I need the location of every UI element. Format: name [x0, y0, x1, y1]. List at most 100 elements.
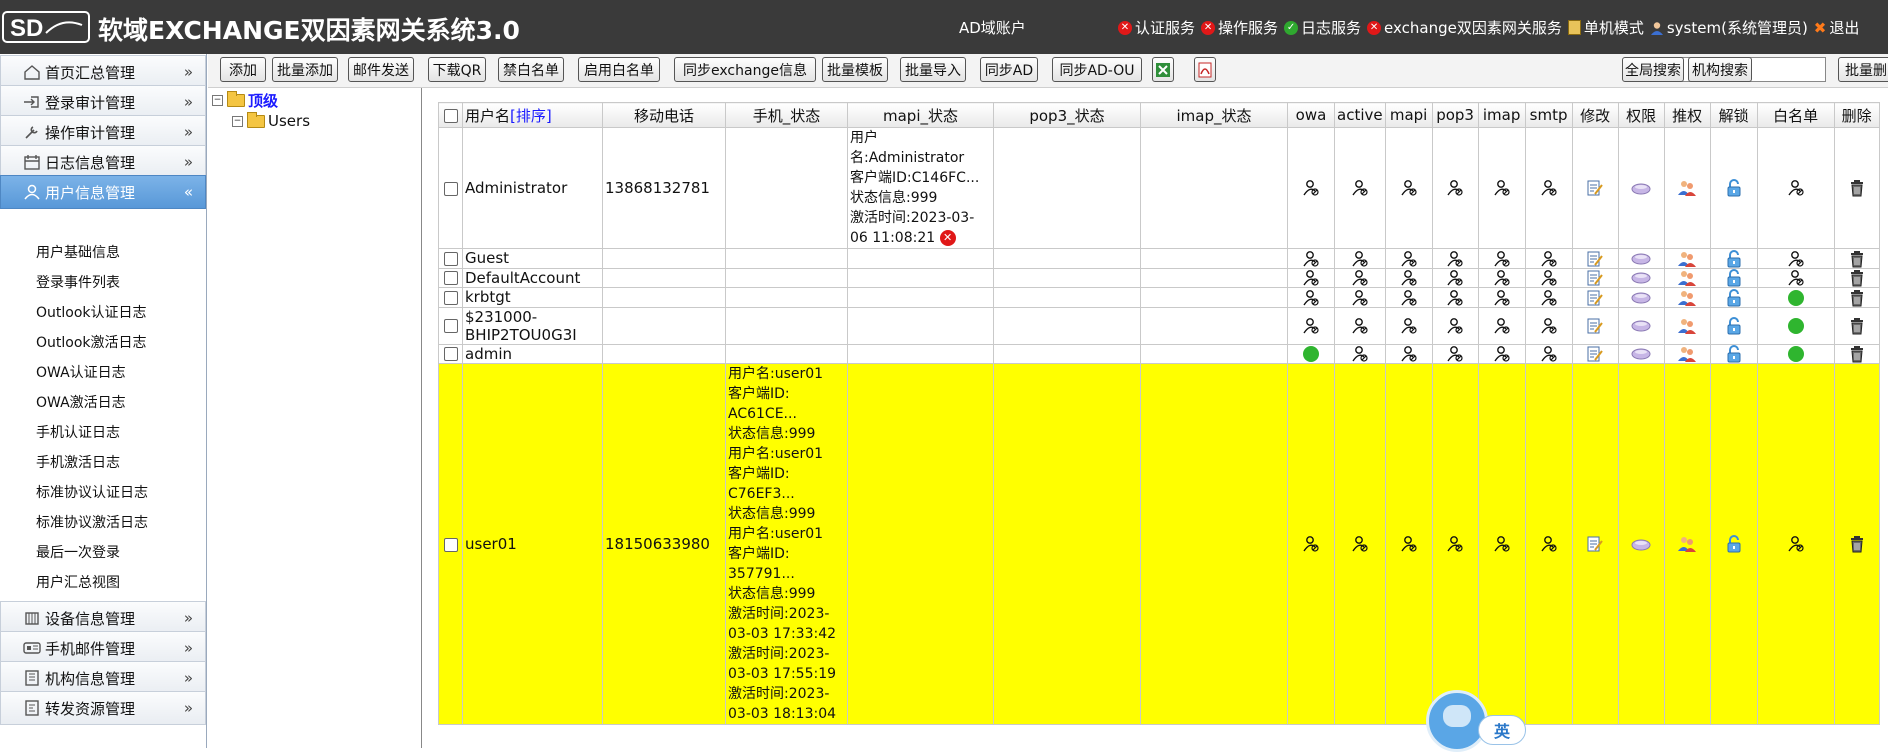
unlock-icon[interactable] [1725, 179, 1743, 197]
mapi-cell[interactable] [1384, 306, 1433, 345]
submenu-outlook-activation-log[interactable]: Outlook激活日志 [36, 332, 147, 352]
menu-device-info[interactable]: 设备信息管理» [0, 601, 206, 635]
mapi-cell[interactable] [1384, 127, 1433, 249]
row-checkbox[interactable] [443, 347, 458, 362]
enabled-icon[interactable] [1787, 318, 1804, 334]
whitelist-cell[interactable] [1756, 248, 1835, 269]
submenu-last-login[interactable]: 最后一次登录 [36, 542, 120, 562]
enabled-icon[interactable] [1787, 346, 1804, 363]
sort-link[interactable]: [排序] [510, 107, 552, 125]
whitelist-cell[interactable] [1756, 267, 1835, 288]
table-row[interactable]: $231000- BHIP2TOU0G3I [438, 306, 1880, 345]
delete-cell[interactable] [1833, 127, 1880, 249]
org-search-button[interactable]: 机构搜索 [1688, 57, 1752, 82]
trash-icon[interactable] [1849, 345, 1865, 363]
menu-home-summary[interactable]: 首页汇总管理» [0, 55, 206, 89]
user-config-icon[interactable] [1493, 249, 1511, 267]
pop3-cell[interactable] [1431, 343, 1479, 364]
unlock-cell[interactable] [1709, 267, 1758, 288]
user-config-icon[interactable] [1351, 345, 1369, 363]
unlock-cell[interactable] [1709, 363, 1758, 725]
permission-icon[interactable] [1631, 179, 1651, 197]
batch-delete-button[interactable]: 批量删除 [1838, 57, 1888, 82]
user-config-icon[interactable] [1302, 535, 1320, 553]
unlock-cell[interactable] [1709, 127, 1758, 249]
user-config-icon[interactable] [1493, 535, 1511, 553]
user-config-icon[interactable] [1540, 535, 1558, 553]
menu-mobile-mail[interactable]: 手机邮件管理» [0, 631, 206, 665]
user-config-icon[interactable] [1493, 269, 1511, 287]
smtp-cell[interactable] [1524, 306, 1573, 345]
user-config-icon[interactable] [1493, 345, 1511, 363]
pop3-cell[interactable] [1431, 127, 1479, 249]
active-cell[interactable] [1334, 287, 1386, 308]
ime-assistant-icon[interactable] [1426, 690, 1488, 752]
user-config-icon[interactable] [1302, 179, 1320, 197]
submenu-owa-auth-log[interactable]: OWA认证日志 [36, 362, 126, 382]
grant-users-icon[interactable] [1677, 288, 1697, 306]
edit-cell[interactable] [1571, 267, 1619, 288]
grant-cell[interactable] [1663, 306, 1711, 345]
whitelist-cell[interactable] [1756, 343, 1835, 364]
edit-icon[interactable] [1586, 316, 1604, 334]
smtp-cell[interactable] [1524, 287, 1573, 308]
row-checkbox[interactable] [443, 290, 458, 305]
submenu-std-protocol-auth-log[interactable]: 标准协议认证日志 [36, 482, 148, 502]
unlock-icon[interactable] [1725, 535, 1743, 553]
submenu-outlook-auth-log[interactable]: Outlook认证日志 [36, 302, 147, 322]
table-row[interactable]: krbtgt [438, 287, 1880, 308]
user-config-icon[interactable] [1446, 288, 1464, 306]
permission-cell[interactable] [1617, 127, 1665, 249]
grant-cell[interactable] [1663, 287, 1711, 308]
owa-cell[interactable] [1287, 343, 1335, 364]
imap-cell[interactable] [1477, 127, 1526, 249]
submenu-mobile-auth-log[interactable]: 手机认证日志 [36, 422, 120, 442]
trash-icon[interactable] [1849, 316, 1865, 335]
submenu-user-summary-view[interactable]: 用户汇总视图 [36, 572, 120, 592]
mapi-cell[interactable] [1384, 343, 1433, 364]
pop3-cell[interactable] [1431, 267, 1479, 288]
owa-cell[interactable] [1287, 267, 1335, 288]
grant-users-icon[interactable] [1677, 535, 1697, 553]
whitelist-cell[interactable] [1756, 306, 1835, 345]
user-config-icon[interactable] [1540, 249, 1558, 267]
imap-cell[interactable] [1477, 363, 1526, 725]
active-cell[interactable] [1334, 248, 1386, 269]
permission-icon[interactable] [1631, 288, 1651, 306]
edit-icon[interactable] [1586, 249, 1604, 267]
batch-template-button[interactable]: 批量模板 [822, 57, 888, 82]
edit-cell[interactable] [1571, 127, 1619, 249]
user-config-icon[interactable] [1351, 316, 1369, 334]
grant-users-icon[interactable] [1677, 316, 1697, 334]
smtp-cell[interactable] [1524, 127, 1573, 249]
imap-cell[interactable] [1477, 267, 1526, 288]
imap-cell[interactable] [1477, 248, 1526, 269]
unlock-cell[interactable] [1709, 306, 1758, 345]
permission-cell[interactable] [1617, 248, 1665, 269]
user-config-icon[interactable] [1493, 179, 1511, 197]
permission-cell[interactable] [1617, 363, 1665, 725]
unlock-icon[interactable] [1725, 288, 1743, 306]
grant-cell[interactable] [1663, 267, 1711, 288]
permission-cell[interactable] [1617, 343, 1665, 364]
row-checkbox[interactable] [443, 271, 458, 286]
menu-org-info[interactable]: 机构信息管理» [0, 661, 206, 695]
submenu-std-protocol-activation-log[interactable]: 标准协议激活日志 [36, 512, 148, 532]
submenu-login-event-list[interactable]: 登录事件列表 [36, 272, 120, 292]
enable-whitelist-button[interactable]: 启用白名单 [578, 57, 660, 82]
edit-icon[interactable] [1586, 179, 1604, 197]
permission-icon[interactable] [1631, 535, 1651, 553]
user-config-icon[interactable] [1787, 249, 1805, 267]
smtp-cell[interactable] [1524, 248, 1573, 269]
grant-users-icon[interactable] [1677, 249, 1697, 267]
delete-cell[interactable] [1833, 267, 1880, 288]
grant-cell[interactable] [1663, 127, 1711, 249]
user-config-icon[interactable] [1540, 179, 1558, 197]
pop3-cell[interactable] [1431, 363, 1479, 725]
grant-cell[interactable] [1663, 343, 1711, 364]
smtp-cell[interactable] [1524, 343, 1573, 364]
table-row[interactable]: user01 18150633980 用户名:user01 客户端ID: AC61CE.… [438, 363, 1880, 725]
unlock-cell[interactable] [1709, 248, 1758, 269]
row-checkbox[interactable] [443, 537, 458, 552]
whitelist-cell[interactable] [1756, 127, 1835, 249]
